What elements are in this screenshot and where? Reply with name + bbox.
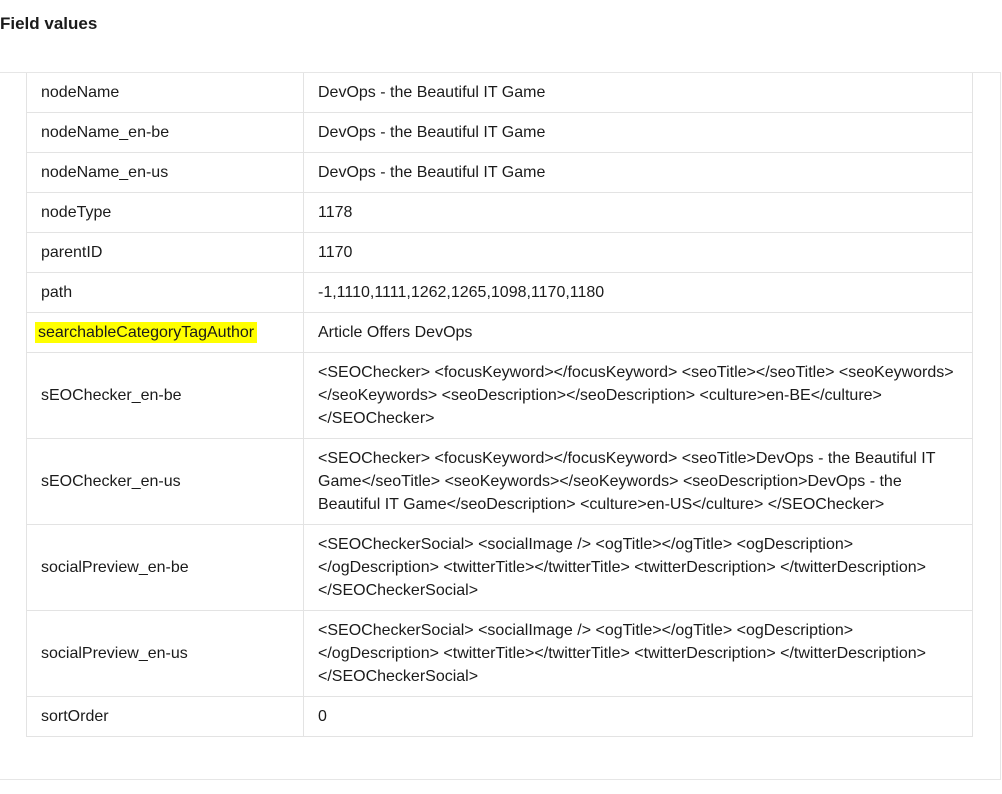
table-row: sEOChecker_en-us <SEOChecker> <focusKeyw… — [26, 438, 973, 525]
field-key-label: sortOrder — [41, 708, 109, 725]
field-key: sEOChecker_en-us — [26, 438, 304, 525]
field-key: nodeName — [26, 73, 304, 113]
field-key: nodeName_en-be — [26, 112, 304, 153]
table-row: nodeType 1178 — [26, 192, 973, 233]
table-row: nodeName_en-be DevOps - the Beautiful IT… — [26, 112, 973, 153]
field-value: <SEOChecker> <focusKeyword></focusKeywor… — [303, 438, 973, 525]
field-key-label: sEOChecker_en-us — [41, 473, 181, 490]
field-key: parentID — [26, 232, 304, 273]
field-key-label: path — [41, 284, 73, 301]
field-key: nodeType — [26, 192, 304, 233]
field-key-label: socialPreview_en-us — [41, 645, 188, 662]
field-values-panel[interactable]: nodeName DevOps - the Beautiful IT Game … — [0, 72, 1001, 780]
table-row: sEOChecker_en-be <SEOChecker> <focusKeyw… — [26, 352, 973, 439]
field-value: -1,1110,1111,1262,1265,1098,1170,1180 — [303, 272, 973, 313]
field-key: sortOrder — [26, 696, 304, 737]
table-row: socialPreview_en-be <SEOCheckerSocial> <… — [26, 524, 973, 611]
field-key-label: socialPreview_en-be — [41, 559, 189, 576]
field-values-page: Field values nodeName DevOps - the Beaut… — [0, 0, 1002, 794]
field-key-label: sEOChecker_en-be — [41, 387, 182, 404]
field-values-table: nodeName DevOps - the Beautiful IT Game … — [26, 73, 973, 737]
field-key: path — [26, 272, 304, 313]
field-value: 1178 — [303, 192, 973, 233]
field-value: DevOps - the Beautiful IT Game — [303, 112, 973, 153]
table-row: searchableCategoryTagAuthor Article Offe… — [26, 312, 973, 353]
field-key: searchableCategoryTagAuthor — [26, 312, 304, 353]
table-row: path -1,1110,1111,1262,1265,1098,1170,11… — [26, 272, 973, 313]
field-key: nodeName_en-us — [26, 152, 304, 193]
field-value: DevOps - the Beautiful IT Game — [303, 152, 973, 193]
table-row: sortOrder 0 — [26, 696, 973, 737]
field-value: 1170 — [303, 232, 973, 273]
field-value: Article Offers DevOps — [303, 312, 973, 353]
section-title: Field values — [0, 14, 98, 33]
field-value: <SEOCheckerSocial> <socialImage /> <ogTi… — [303, 524, 973, 611]
field-key-label: nodeName — [41, 84, 120, 101]
field-key-label: nodeName_en-be — [41, 124, 170, 141]
field-key: socialPreview_en-be — [26, 524, 304, 611]
table-row: nodeName_en-us DevOps - the Beautiful IT… — [26, 152, 973, 193]
field-value: DevOps - the Beautiful IT Game — [303, 73, 973, 113]
field-value: <SEOChecker> <focusKeyword></focusKeywor… — [303, 352, 973, 439]
field-key-label: nodeType — [41, 204, 112, 221]
field-value: <SEOCheckerSocial> <socialImage /> <ogTi… — [303, 610, 973, 697]
field-key-label: nodeName_en-us — [41, 164, 169, 181]
table-row: nodeName DevOps - the Beautiful IT Game — [26, 73, 973, 113]
table-row: socialPreview_en-us <SEOCheckerSocial> <… — [26, 610, 973, 697]
highlighted-field-key: searchableCategoryTagAuthor — [35, 322, 258, 343]
field-key-label: parentID — [41, 244, 103, 261]
table-row: parentID 1170 — [26, 232, 973, 273]
field-value: 0 — [303, 696, 973, 737]
field-key: socialPreview_en-us — [26, 610, 304, 697]
field-key: sEOChecker_en-be — [26, 352, 304, 439]
